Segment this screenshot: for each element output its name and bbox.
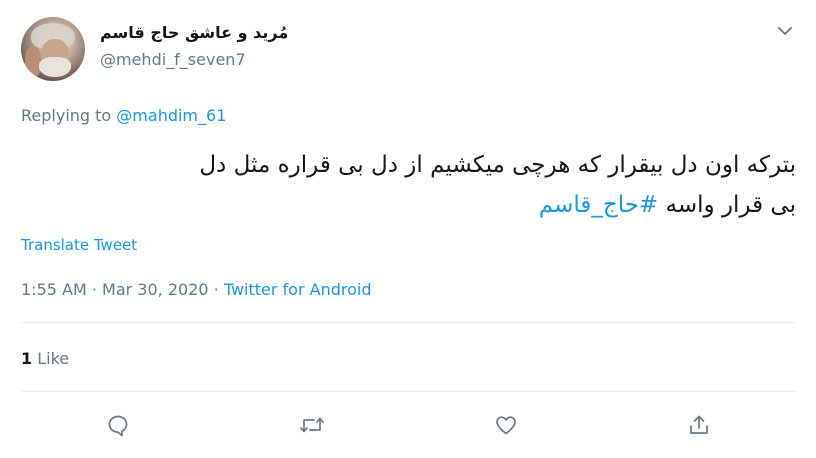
meta-separator: · <box>86 280 103 299</box>
replying-to: Replying to @mahdim_61 <box>21 106 226 125</box>
reply-button[interactable] <box>103 410 133 440</box>
tweet-source-link[interactable]: Twitter for Android <box>224 280 372 299</box>
tweet-text: بترکه اون دل بیقرار که هرچی میکشیم از دل… <box>21 145 796 225</box>
tweet-date[interactable]: Mar 30, 2020 <box>102 280 209 299</box>
divider <box>21 322 796 323</box>
more-options-button[interactable] <box>774 20 796 42</box>
likes-label: Like <box>37 349 70 368</box>
tweet-text-line-2: بی قرار واسه #حاج_قاسم <box>21 185 796 225</box>
likes-stat[interactable]: 1 Like <box>21 349 69 368</box>
author-name[interactable]: مُرید و عاشق حاج قاسم <box>100 23 288 42</box>
replying-prefix: Replying to <box>21 106 112 125</box>
chevron-down-icon <box>778 27 792 35</box>
author-handle[interactable]: @mehdi_f_seven7 <box>100 50 246 69</box>
tweet-text-line-2-text: بی قرار واسه <box>665 192 796 218</box>
tweet-text-line-1: بترکه اون دل بیقرار که هرچی میکشیم از دل… <box>199 152 796 178</box>
retweet-button[interactable] <box>297 410 327 440</box>
reply-icon <box>108 415 128 437</box>
avatar[interactable] <box>21 17 85 81</box>
tweet-time[interactable]: 1:55 AM <box>21 280 87 299</box>
reply-to-handle-link[interactable]: @mahdim_61 <box>116 106 226 125</box>
meta-separator: · <box>208 280 224 299</box>
heart-icon <box>496 416 516 435</box>
translate-tweet-link[interactable]: Translate Tweet <box>21 236 137 254</box>
share-icon <box>690 415 708 434</box>
like-button[interactable] <box>491 410 521 440</box>
hashtag-link[interactable]: #حاج_قاسم <box>539 192 658 218</box>
divider <box>21 391 796 392</box>
likes-count: 1 <box>21 349 33 368</box>
avatar-beard <box>39 57 71 77</box>
tweet-meta: 1:55 AM · Mar 30, 2020 · Twitter for And… <box>21 280 371 299</box>
share-button[interactable] <box>684 410 714 440</box>
retweet-icon <box>300 417 324 433</box>
